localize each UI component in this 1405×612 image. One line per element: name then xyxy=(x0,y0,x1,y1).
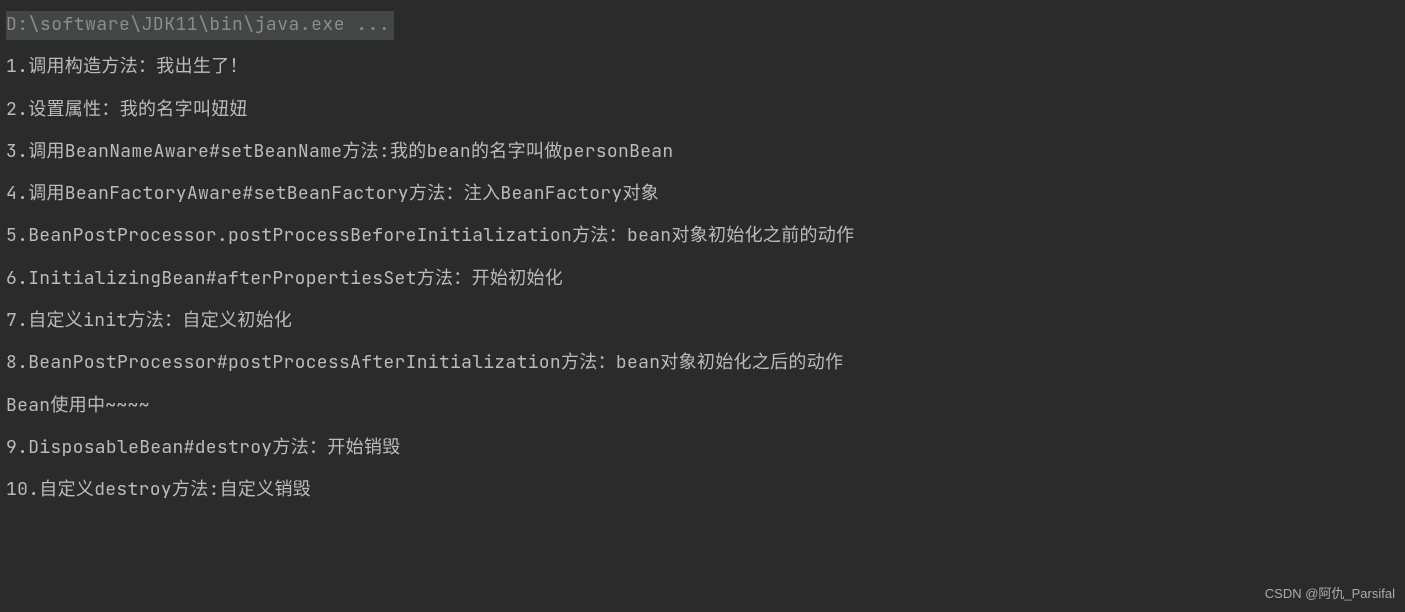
console-output-line: Bean使用中~~~~ xyxy=(6,385,1405,427)
console-output-line: 1.调用构造方法：我出生了！ xyxy=(6,46,1405,88)
console-output-line: 2.设置属性：我的名字叫妞妞 xyxy=(6,89,1405,131)
console-output-line: 10.自定义destroy方法:自定义销毁 xyxy=(6,469,1405,511)
console-output-line: 4.调用BeanFactoryAware#setBeanFactory方法：注入… xyxy=(6,173,1405,215)
console-output-line: 5.BeanPostProcessor.postProcessBeforeIni… xyxy=(6,215,1405,257)
watermark: CSDN @阿仇_Parsifal xyxy=(1265,579,1395,610)
console-output-line: 9.DisposableBean#destroy方法：开始销毁 xyxy=(6,427,1405,469)
console-output-line: 6.InitializingBean#afterPropertiesSet方法：… xyxy=(6,258,1405,300)
console-output-line: 8.BeanPostProcessor#postProcessAfterInit… xyxy=(6,342,1405,384)
console-output-line: 3.调用BeanNameAware#setBeanName方法:我的bean的名… xyxy=(6,131,1405,173)
command-line: D:\software\JDK11\bin\java.exe ... xyxy=(6,11,394,40)
console-output-line: 7.自定义init方法：自定义初始化 xyxy=(6,300,1405,342)
